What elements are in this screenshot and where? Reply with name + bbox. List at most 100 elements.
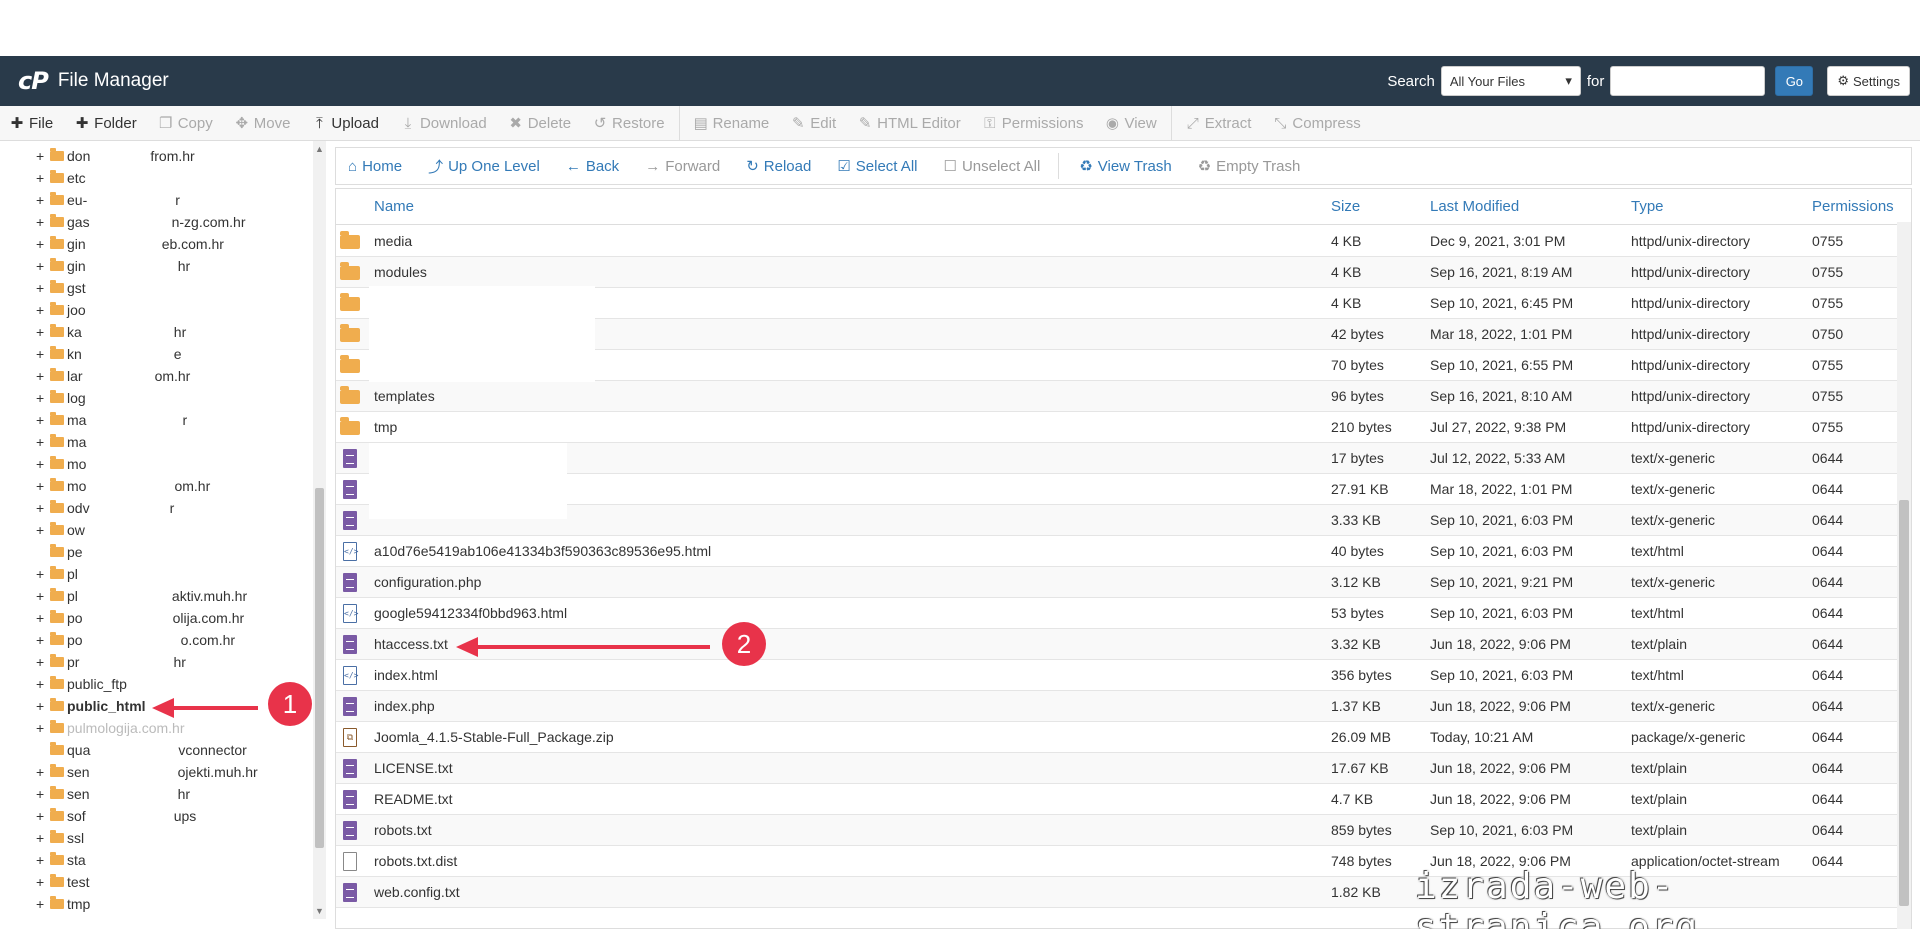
expand-icon[interactable]: + [36,522,48,538]
expand-icon[interactable]: + [36,368,48,384]
reload-button[interactable]: ↻ Reload [746,157,811,176]
table-row[interactable]: </> google59412334f0bbd963.html 53 bytes Se… [336,598,1898,629]
expand-icon[interactable]: + [36,478,48,494]
expand-icon[interactable]: + [36,302,48,318]
expand-icon[interactable]: + [36,280,48,296]
tree-item[interactable]: + po o.com.hr [36,629,235,651]
tree-item[interactable]: + gin eb.com.hr [36,233,224,255]
expand-icon[interactable]: + [36,676,48,692]
tree-item-public-ftp[interactable]: + public_ftp [36,673,127,695]
expand-icon[interactable]: + [36,610,48,626]
tree-item-public-html[interactable]: + public_html [36,695,146,717]
column-header-modified[interactable]: Last Modified [1430,189,1519,225]
expand-icon[interactable]: + [36,566,48,582]
expand-icon[interactable]: + [36,324,48,340]
column-header-size[interactable]: Size [1331,189,1360,225]
tree-item[interactable]: + eu-r [36,189,180,211]
scroll-up-icon[interactable]: ▲ [315,144,324,154]
column-header-name[interactable]: Name [374,189,414,225]
table-row[interactable]: modules 4 KB Sep 16, 2021, 8:19 AM httpd/un… [336,257,1898,288]
tree-scrollbar-thumb[interactable] [315,488,324,848]
tree-item[interactable]: + ka hr [36,321,186,343]
tree-item[interactable]: + test [36,871,90,893]
tree-item[interactable]: + etc [36,167,86,189]
html-editor-button[interactable]: ✎ HTML Editor [858,114,961,133]
upload-button[interactable]: ⤒ Upload [312,115,379,132]
expand-icon[interactable]: + [36,698,48,714]
permissions-button[interactable]: ⚿ Permissions [983,115,1083,132]
expand-icon[interactable]: + [36,830,48,846]
expand-icon[interactable]: + [36,412,48,428]
table-row[interactable]: 27.91 KB Mar 18, 2022, 1:01 PM text/x-gene… [336,474,1898,505]
brand[interactable]: cP File Manager [18,56,169,106]
tree-item[interactable]: + sen hr [36,783,190,805]
up-one-level-button[interactable]: ⤴ Up One Level [428,156,540,177]
tree-item[interactable]: + sen ojekti.muh.hr [36,761,258,783]
expand-icon[interactable]: + [36,720,48,736]
expand-icon[interactable]: + [36,192,48,208]
tree-item[interactable]: + sof ups [36,805,196,827]
tree-item[interactable]: + log [36,387,86,409]
table-row[interactable]: media 4 KB Dec 9, 2021, 3:01 PM httpd/unix-… [336,226,1898,257]
search-scope-select[interactable]: All Your Files ▾ [1440,66,1581,96]
tree-item[interactable]: + lar om.hr [36,365,190,387]
view-button[interactable]: ◉ View [1105,114,1157,133]
expand-icon[interactable]: + [36,764,48,780]
tree-item[interactable]: + ma [36,431,86,453]
table-row[interactable]: templates 96 bytes Sep 16, 2021, 8:10 AM ht… [336,381,1898,412]
tree-item[interactable]: + pr hr [36,651,186,673]
table-row[interactable]: </> index.html 356 bytes Sep 10, 2021, 6:03… [336,660,1898,691]
file-name[interactable]: configuration.php [374,567,481,598]
tree-item[interactable]: + gst [36,277,86,299]
tree-item[interactable]: + tmp [36,893,90,915]
tree-item[interactable]: + po olija.com.hr [36,607,244,629]
expand-icon[interactable]: + [36,654,48,670]
rename-button[interactable]: ▤ Rename [694,114,770,133]
expand-icon[interactable]: + [36,214,48,230]
tree-item[interactable]: + pl aktiv.muh.hr [36,585,247,607]
file-name[interactable]: README.txt [374,784,453,815]
table-row[interactable]: 3.33 KB Sep 10, 2021, 6:03 PM text/x-gener… [336,505,1898,536]
file-name[interactable]: LICENSE.txt [374,753,453,784]
edit-button[interactable]: ✎ Edit [791,114,836,133]
file-name[interactable]: htaccess.txt [374,629,448,660]
table-row[interactable]: README.txt 4.7 KB Jun 18, 2022, 9:06 PM tex… [336,784,1898,815]
file-name[interactable]: modules [374,257,427,288]
tree-item[interactable]: + mo om.hr [36,475,210,497]
table-row[interactable]: robots.txt 859 bytes Sep 10, 2021, 6:03 PM… [336,815,1898,846]
tree-item[interactable]: + joo [36,299,86,321]
expand-icon[interactable]: + [36,434,48,450]
expand-icon[interactable]: + [36,258,48,274]
tree-item[interactable]: + gin hr [36,255,190,277]
expand-icon[interactable]: + [36,632,48,648]
table-scrollbar-thumb[interactable] [1899,500,1909,906]
tree-item[interactable]: + ow [36,519,85,541]
table-row[interactable]: ⧉ Joomla_4.1.5-Stable-Full_Package.zip 26.… [336,722,1898,753]
expand-icon[interactable]: + [36,236,48,252]
download-button[interactable]: ⤓ Download [401,115,487,132]
tree-item[interactable]: + sta [36,849,86,871]
tree-item[interactable]: + mo [36,453,86,475]
file-name[interactable]: a10d76e5419ab106e41334b3f590363c89536e95… [374,536,711,567]
tree-item[interactable]: + pulmologija.com.hr [36,717,185,739]
expand-icon[interactable]: + [36,346,48,362]
table-row[interactable]: LICENSE.txt 17.67 KB Jun 18, 2022, 9:06 PM… [336,753,1898,784]
file-name[interactable]: media [374,226,412,257]
new-folder-button[interactable]: ✚ Folder [75,114,137,133]
unselect-all-button[interactable]: ☐ Unselect All [943,157,1040,176]
search-input[interactable] [1610,66,1766,96]
tree-item[interactable]: pe [36,541,83,563]
forward-button[interactable]: → Forward [645,158,720,175]
tree-item[interactable]: + don from.hr [36,145,195,167]
copy-button[interactable]: ❐ Copy [159,114,213,133]
file-name[interactable]: web.config.txt [374,877,460,908]
table-row[interactable]: index.php 1.37 KB Jun 18, 2022, 9:06 PM tex… [336,691,1898,722]
empty-trash-button[interactable]: ♻ Empty Trash [1198,157,1301,176]
expand-icon[interactable]: + [36,808,48,824]
extract-button[interactable]: ⤢ Extract [1186,115,1252,132]
delete-button[interactable]: ✖ Delete [509,114,571,133]
expand-icon[interactable]: + [36,874,48,890]
file-name[interactable]: Joomla_4.1.5-Stable-Full_Package.zip [374,722,614,753]
file-name[interactable]: templates [374,381,435,412]
table-row[interactable]: tmp 210 bytes Jul 27, 2022, 9:38 PM httpd/u… [336,412,1898,443]
